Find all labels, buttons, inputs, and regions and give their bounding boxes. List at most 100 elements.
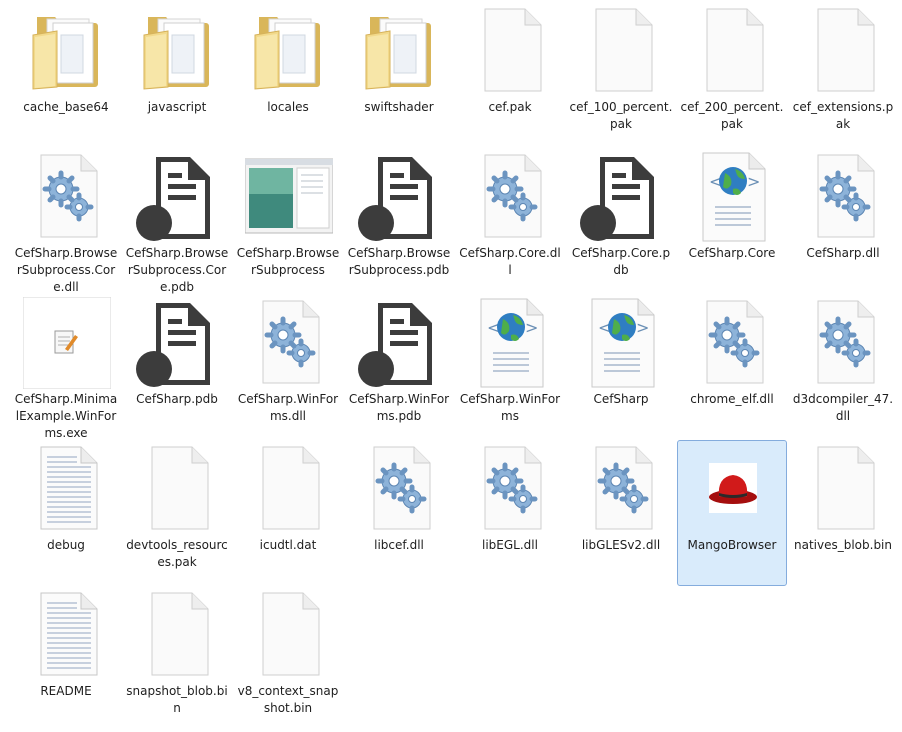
dll-gear-icon xyxy=(800,151,888,243)
blank-file-icon xyxy=(800,5,888,97)
file-item[interactable]: debug xyxy=(11,440,121,586)
file-item[interactable]: libcef.dll xyxy=(344,440,454,586)
file-item[interactable]: v8_context_snapshot.bin xyxy=(233,586,343,732)
blank-file-icon xyxy=(245,589,333,681)
file-label: cef_200_percent.pak xyxy=(680,100,784,131)
file-label: cef_100_percent.pak xyxy=(569,100,673,131)
file-label: CefSharp.BrowserSubprocess.pdb xyxy=(347,246,451,277)
file-label: locales xyxy=(267,100,309,114)
file-item[interactable]: swiftshader xyxy=(344,2,454,148)
file-item[interactable]: < > CefSharp xyxy=(566,294,676,440)
file-item[interactable]: cef_extensions.pak xyxy=(788,2,898,148)
dll-gear-icon xyxy=(356,443,444,535)
file-label: CefSharp.WinForms.dll xyxy=(237,392,339,423)
file-item[interactable]: < > CefSharp.WinForms xyxy=(455,294,565,440)
file-label: snapshot_blob.bin xyxy=(126,684,228,715)
blank-file-icon xyxy=(134,443,222,535)
file-item[interactable]: devtools_resources.pak xyxy=(122,440,232,586)
pdb-document-icon xyxy=(356,297,444,389)
file-item[interactable]: CefSharp.WinForms.pdb xyxy=(344,294,454,440)
pdb-document-icon xyxy=(134,297,222,389)
file-label: icudtl.dat xyxy=(259,538,317,552)
file-item[interactable]: CefSharp.Core.pdb xyxy=(566,148,676,294)
file-item[interactable]: CefSharp.Core.dll xyxy=(455,148,565,294)
blank-file-icon xyxy=(245,443,333,535)
file-label: CefSharp.BrowserSubprocess.Core.pdb xyxy=(125,246,229,294)
file-label: devtools_resources.pak xyxy=(126,538,228,569)
dll-gear-icon xyxy=(467,151,555,243)
application-window-icon xyxy=(245,151,333,243)
file-item[interactable]: cache_base64 xyxy=(11,2,121,148)
file-label: v8_context_snapshot.bin xyxy=(237,684,339,715)
file-label: CefSharp.WinForms xyxy=(459,392,561,423)
file-item[interactable]: CefSharp.BrowserSubprocess xyxy=(233,148,343,294)
file-item[interactable]: snapshot_blob.bin xyxy=(122,586,232,732)
red-hat-icon xyxy=(689,443,777,535)
file-item[interactable]: cef_100_percent.pak xyxy=(566,2,676,148)
file-label: cef.pak xyxy=(488,100,532,114)
file-label: MangoBrowser xyxy=(687,538,777,552)
file-label: d3dcompiler_47.dll xyxy=(792,392,894,423)
file-label: README xyxy=(40,684,92,698)
file-item[interactable]: icudtl.dat xyxy=(233,440,343,586)
file-label: CefSharp xyxy=(593,392,649,406)
file-item[interactable]: CefSharp.WinForms.dll xyxy=(233,294,343,440)
file-label: libEGL.dll xyxy=(482,538,538,552)
file-label: libGLESv2.dll xyxy=(581,538,661,552)
svg-text:>: > xyxy=(525,318,538,337)
blank-file-icon xyxy=(578,5,666,97)
file-item[interactable]: libEGL.dll xyxy=(455,440,565,586)
folder-icon xyxy=(245,5,333,97)
pdb-document-icon xyxy=(134,151,222,243)
file-item[interactable]: CefSharp.BrowserSubprocess.Core.dll xyxy=(11,148,121,294)
dll-gear-icon xyxy=(578,443,666,535)
file-icon-grid: cache_base64 javascript locales swiftsha… xyxy=(0,0,902,721)
file-item[interactable]: chrome_elf.dll xyxy=(677,294,787,440)
file-item[interactable]: cef.pak xyxy=(455,2,565,148)
file-label: CefSharp.MinimalExample.WinForms.exe xyxy=(14,392,118,440)
file-label: natives_blob.bin xyxy=(793,538,892,552)
file-item[interactable]: cef_200_percent.pak xyxy=(677,2,787,148)
file-item[interactable]: CefSharp.BrowserSubprocess.pdb xyxy=(344,148,454,294)
file-item[interactable]: javascript xyxy=(122,2,232,148)
text-file-icon xyxy=(23,443,111,535)
file-label: CefSharp.dll xyxy=(806,246,880,260)
file-item[interactable]: CefSharp.pdb xyxy=(122,294,232,440)
exe-notepad-icon xyxy=(23,297,111,389)
file-label: swiftshader xyxy=(364,100,434,114)
file-item[interactable]: d3dcompiler_47.dll xyxy=(788,294,898,440)
file-label: CefSharp.BrowserSubprocess.Core.dll xyxy=(14,246,118,294)
file-label: CefSharp.Core xyxy=(688,246,776,260)
blank-file-icon xyxy=(800,443,888,535)
file-item[interactable]: < > CefSharp.Core xyxy=(677,148,787,294)
file-item[interactable]: CefSharp.MinimalExample.WinForms.exe xyxy=(11,294,121,440)
pdb-document-icon xyxy=(578,151,666,243)
blank-file-icon xyxy=(134,589,222,681)
file-item[interactable]: locales xyxy=(233,2,343,148)
file-label: javascript xyxy=(147,100,207,114)
dll-gear-icon xyxy=(467,443,555,535)
dll-gear-icon xyxy=(800,297,888,389)
blank-file-icon xyxy=(689,5,777,97)
file-label: CefSharp.Core.dll xyxy=(459,246,561,277)
file-label: cache_base64 xyxy=(23,100,109,114)
file-label: CefSharp.BrowserSubprocess xyxy=(236,246,340,277)
folder-icon xyxy=(356,5,444,97)
xml-globe-icon: < > xyxy=(467,297,555,389)
svg-text:>: > xyxy=(747,172,760,191)
file-item[interactable]: MangoBrowser xyxy=(677,440,787,586)
file-label: libcef.dll xyxy=(374,538,424,552)
pdb-document-icon xyxy=(356,151,444,243)
file-item[interactable]: natives_blob.bin xyxy=(788,440,898,586)
folder-icon xyxy=(134,5,222,97)
dll-gear-icon xyxy=(245,297,333,389)
file-item[interactable]: README xyxy=(11,586,121,732)
blank-file-icon xyxy=(467,5,555,97)
file-item[interactable]: libGLESv2.dll xyxy=(566,440,676,586)
file-item[interactable]: CefSharp.BrowserSubprocess.Core.pdb xyxy=(122,148,232,294)
xml-globe-icon: < > xyxy=(578,297,666,389)
xml-globe-icon: < > xyxy=(689,151,777,243)
dll-gear-icon xyxy=(689,297,777,389)
file-item[interactable]: CefSharp.dll xyxy=(788,148,898,294)
file-label: debug xyxy=(47,538,85,552)
